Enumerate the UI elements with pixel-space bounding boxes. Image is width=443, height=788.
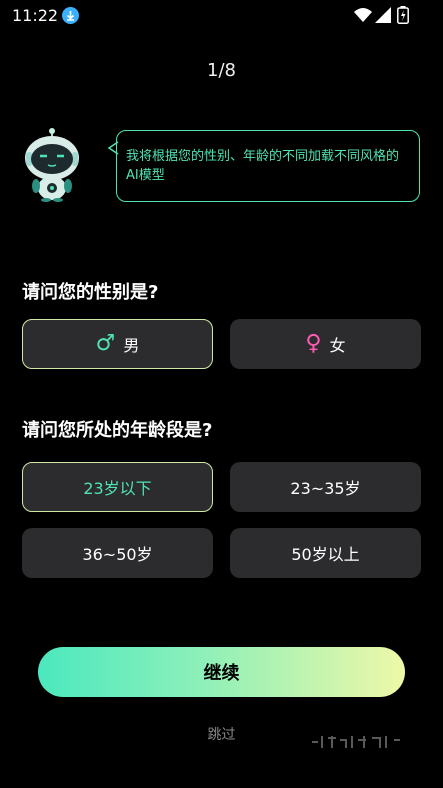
gender-question-title: 请问您的性别是? (22, 282, 159, 303)
male-symbol-icon: ♂ (95, 331, 116, 356)
assistant-message-bubble: 我将根据您的性别、年龄的不同加载不同风格的AI模型 (116, 130, 420, 202)
age-question-title: 请问您所处的年龄段是? (22, 420, 213, 441)
age-option-label: 36~50岁 (82, 545, 153, 564)
age-option-label: 23~35岁 (290, 479, 361, 498)
age-option-36-50[interactable]: 36~50岁 (22, 528, 213, 578)
status-time: 11:22 (12, 6, 59, 25)
step-indicator: 1/8 (207, 60, 236, 81)
continue-button[interactable]: 继续 (38, 647, 405, 697)
age-option-under-23[interactable]: 23岁以下 (22, 462, 213, 512)
robot-mascot-icon (25, 128, 79, 202)
gender-option-label: 女 (329, 336, 346, 355)
age-option-over-50[interactable]: 50岁以上 (230, 528, 421, 578)
battery-icon (397, 6, 409, 24)
watermark-logo (312, 736, 400, 748)
download-icon (62, 7, 79, 24)
age-option-label: 50岁以上 (291, 545, 360, 564)
signal-icon (375, 7, 391, 23)
gender-option-label: 男 (123, 336, 140, 355)
wifi-icon (354, 8, 372, 22)
status-bar: 11:22 (0, 0, 443, 32)
age-option-23-35[interactable]: 23~35岁 (230, 462, 421, 512)
female-symbol-icon: ♀ (305, 331, 322, 356)
age-option-label: 23岁以下 (83, 479, 152, 498)
gender-option-female[interactable]: ♀ 女 (230, 319, 421, 369)
gender-option-male[interactable]: ♂ 男 (22, 319, 213, 369)
